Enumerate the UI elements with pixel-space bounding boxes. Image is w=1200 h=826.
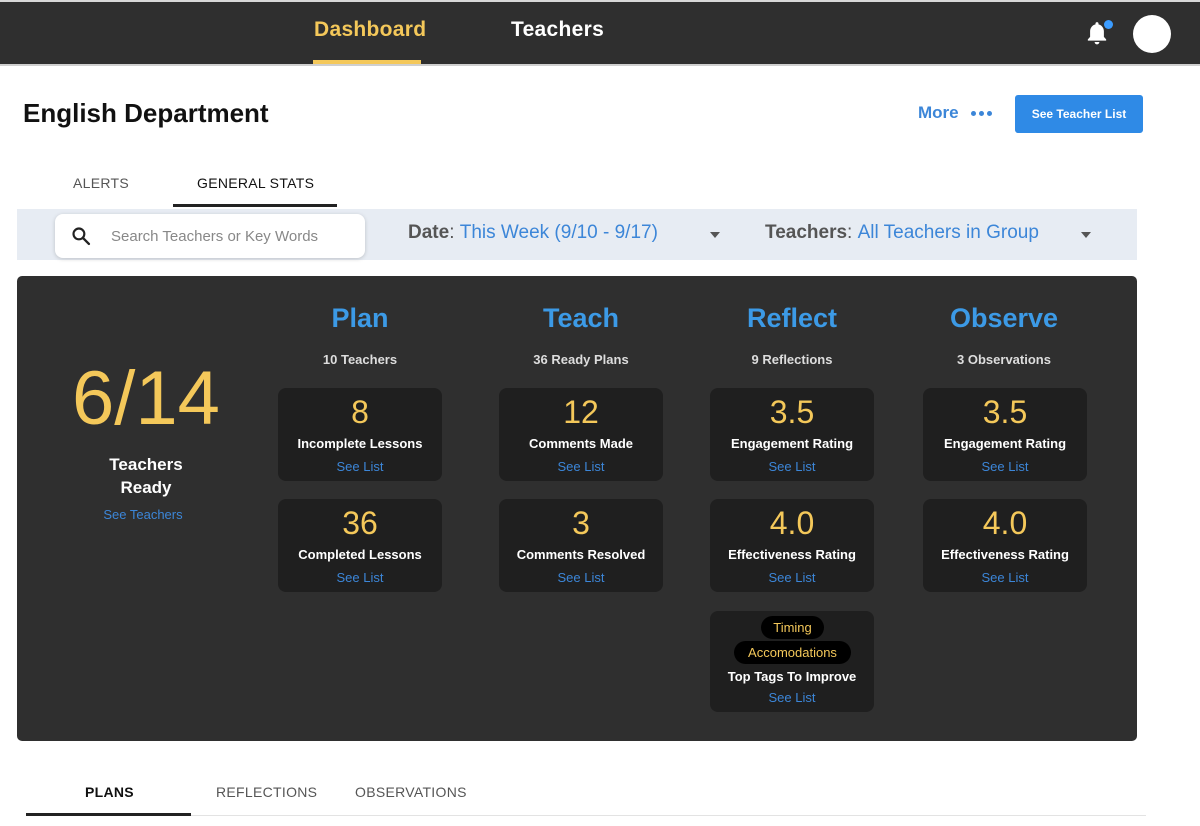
stat-value: 3.5 xyxy=(982,394,1028,430)
tag-chip[interactable]: Timing xyxy=(761,616,824,639)
column-subtitle-plan: 10 Teachers xyxy=(322,352,398,367)
see-teachers-link[interactable]: See Teachers xyxy=(83,507,203,522)
tab-alerts[interactable]: ALERTS xyxy=(73,175,129,191)
chevron-down-icon[interactable] xyxy=(710,232,720,238)
search-box xyxy=(55,214,365,258)
stat-label: Engagement Rating xyxy=(730,436,854,451)
see-list-link[interactable]: See List xyxy=(710,459,874,474)
column-subtitle-reflect: 9 Reflections xyxy=(751,352,833,367)
stat-value: 3.5 xyxy=(769,394,815,430)
top-tags-card: Timing Accomodations Top Tags To Improve… xyxy=(710,611,874,712)
notification-badge xyxy=(1104,20,1113,29)
see-list-link[interactable]: See List xyxy=(710,690,874,705)
search-icon xyxy=(72,227,91,246)
stat-card: 3.5 Engagement Rating See List xyxy=(710,388,874,481)
teachers-ready-label-line1: Teachers xyxy=(109,455,183,474)
date-filter-label: Date xyxy=(408,222,450,243)
stat-value: 36 xyxy=(342,505,378,541)
tag-chip[interactable]: Accomodations xyxy=(734,641,851,664)
stat-value: 3 xyxy=(572,505,590,541)
stat-label: Comments Made xyxy=(528,436,634,451)
see-list-link[interactable]: See List xyxy=(499,570,663,585)
teachers-filter[interactable]: Teachers: All Teachers in Group xyxy=(765,222,1039,244)
tab-observations[interactable]: OBSERVATIONS xyxy=(355,784,467,800)
teachers-ready-label: Teachers Ready xyxy=(96,453,196,499)
stat-value: 12 xyxy=(563,394,599,430)
more-button[interactable]: More xyxy=(918,103,992,123)
column-title-reflect: Reflect xyxy=(746,303,838,333)
chevron-down-icon[interactable] xyxy=(1081,232,1091,238)
stat-card: 3.5 Engagement Rating See List xyxy=(923,388,1087,481)
stat-label: Effectiveness Rating xyxy=(941,547,1069,562)
teachers-ready-label-line2: Ready xyxy=(120,478,172,497)
stat-value: 8 xyxy=(351,394,369,430)
stat-label: Top Tags To Improve xyxy=(727,669,857,684)
see-list-link[interactable]: See List xyxy=(278,459,442,474)
avatar[interactable] xyxy=(1133,15,1171,53)
page-title: English Department xyxy=(23,98,269,128)
column-subtitle-observe: 3 Observations xyxy=(957,352,1051,367)
date-filter[interactable]: Date: This Week (9/10 - 9/17) xyxy=(408,222,658,244)
tab-general-stats[interactable]: GENERAL STATS xyxy=(197,175,314,191)
nav-active-indicator xyxy=(313,60,421,64)
tab-active-indicator xyxy=(26,813,191,816)
column-title-teach: Teach xyxy=(542,303,620,333)
tab-plans[interactable]: PLANS xyxy=(85,784,134,800)
tab-active-indicator xyxy=(173,204,337,207)
column-subtitle-teach: 36 Ready Plans xyxy=(533,352,629,367)
stat-label: Engagement Rating xyxy=(943,436,1067,451)
teachers-filter-value: All Teachers in Group xyxy=(857,222,1039,243)
teachers-filter-label: Teachers xyxy=(765,222,848,243)
nav-tab-teachers[interactable]: Teachers xyxy=(511,18,604,42)
stat-card: 4.0 Effectiveness Rating See List xyxy=(923,499,1087,592)
stat-label: Completed Lessons xyxy=(298,547,422,562)
more-dots-icon xyxy=(970,110,992,116)
stat-card: 12 Comments Made See List xyxy=(499,388,663,481)
stat-label: Effectiveness Rating xyxy=(728,547,856,562)
stat-value: 4.0 xyxy=(769,505,815,541)
stat-card: 3 Comments Resolved See List xyxy=(499,499,663,592)
column-title-plan: Plan xyxy=(331,303,389,333)
search-input[interactable] xyxy=(111,225,351,247)
stat-card: 8 Incomplete Lessons See List xyxy=(278,388,442,481)
date-filter-value: This Week (9/10 - 9/17) xyxy=(459,222,658,243)
stat-card: 4.0 Effectiveness Rating See List xyxy=(710,499,874,592)
tab-reflections[interactable]: REFLECTIONS xyxy=(216,784,317,800)
stat-label: Comments Resolved xyxy=(516,547,646,562)
see-list-link[interactable]: See List xyxy=(923,459,1087,474)
see-list-link[interactable]: See List xyxy=(710,570,874,585)
column-title-observe: Observe xyxy=(949,303,1059,333)
see-list-link[interactable]: See List xyxy=(923,570,1087,585)
stat-card: 36 Completed Lessons See List xyxy=(278,499,442,592)
see-list-link[interactable]: See List xyxy=(278,570,442,585)
nav-tab-dashboard[interactable]: Dashboard xyxy=(314,18,426,42)
see-list-link[interactable]: See List xyxy=(499,459,663,474)
stat-value: 4.0 xyxy=(982,505,1028,541)
see-teacher-list-button[interactable]: See Teacher List xyxy=(1015,95,1143,133)
more-label: More xyxy=(918,103,959,122)
teachers-ready-count: 6/14 xyxy=(72,356,220,441)
stat-label: Incomplete Lessons xyxy=(297,436,423,451)
divider xyxy=(26,815,1146,816)
